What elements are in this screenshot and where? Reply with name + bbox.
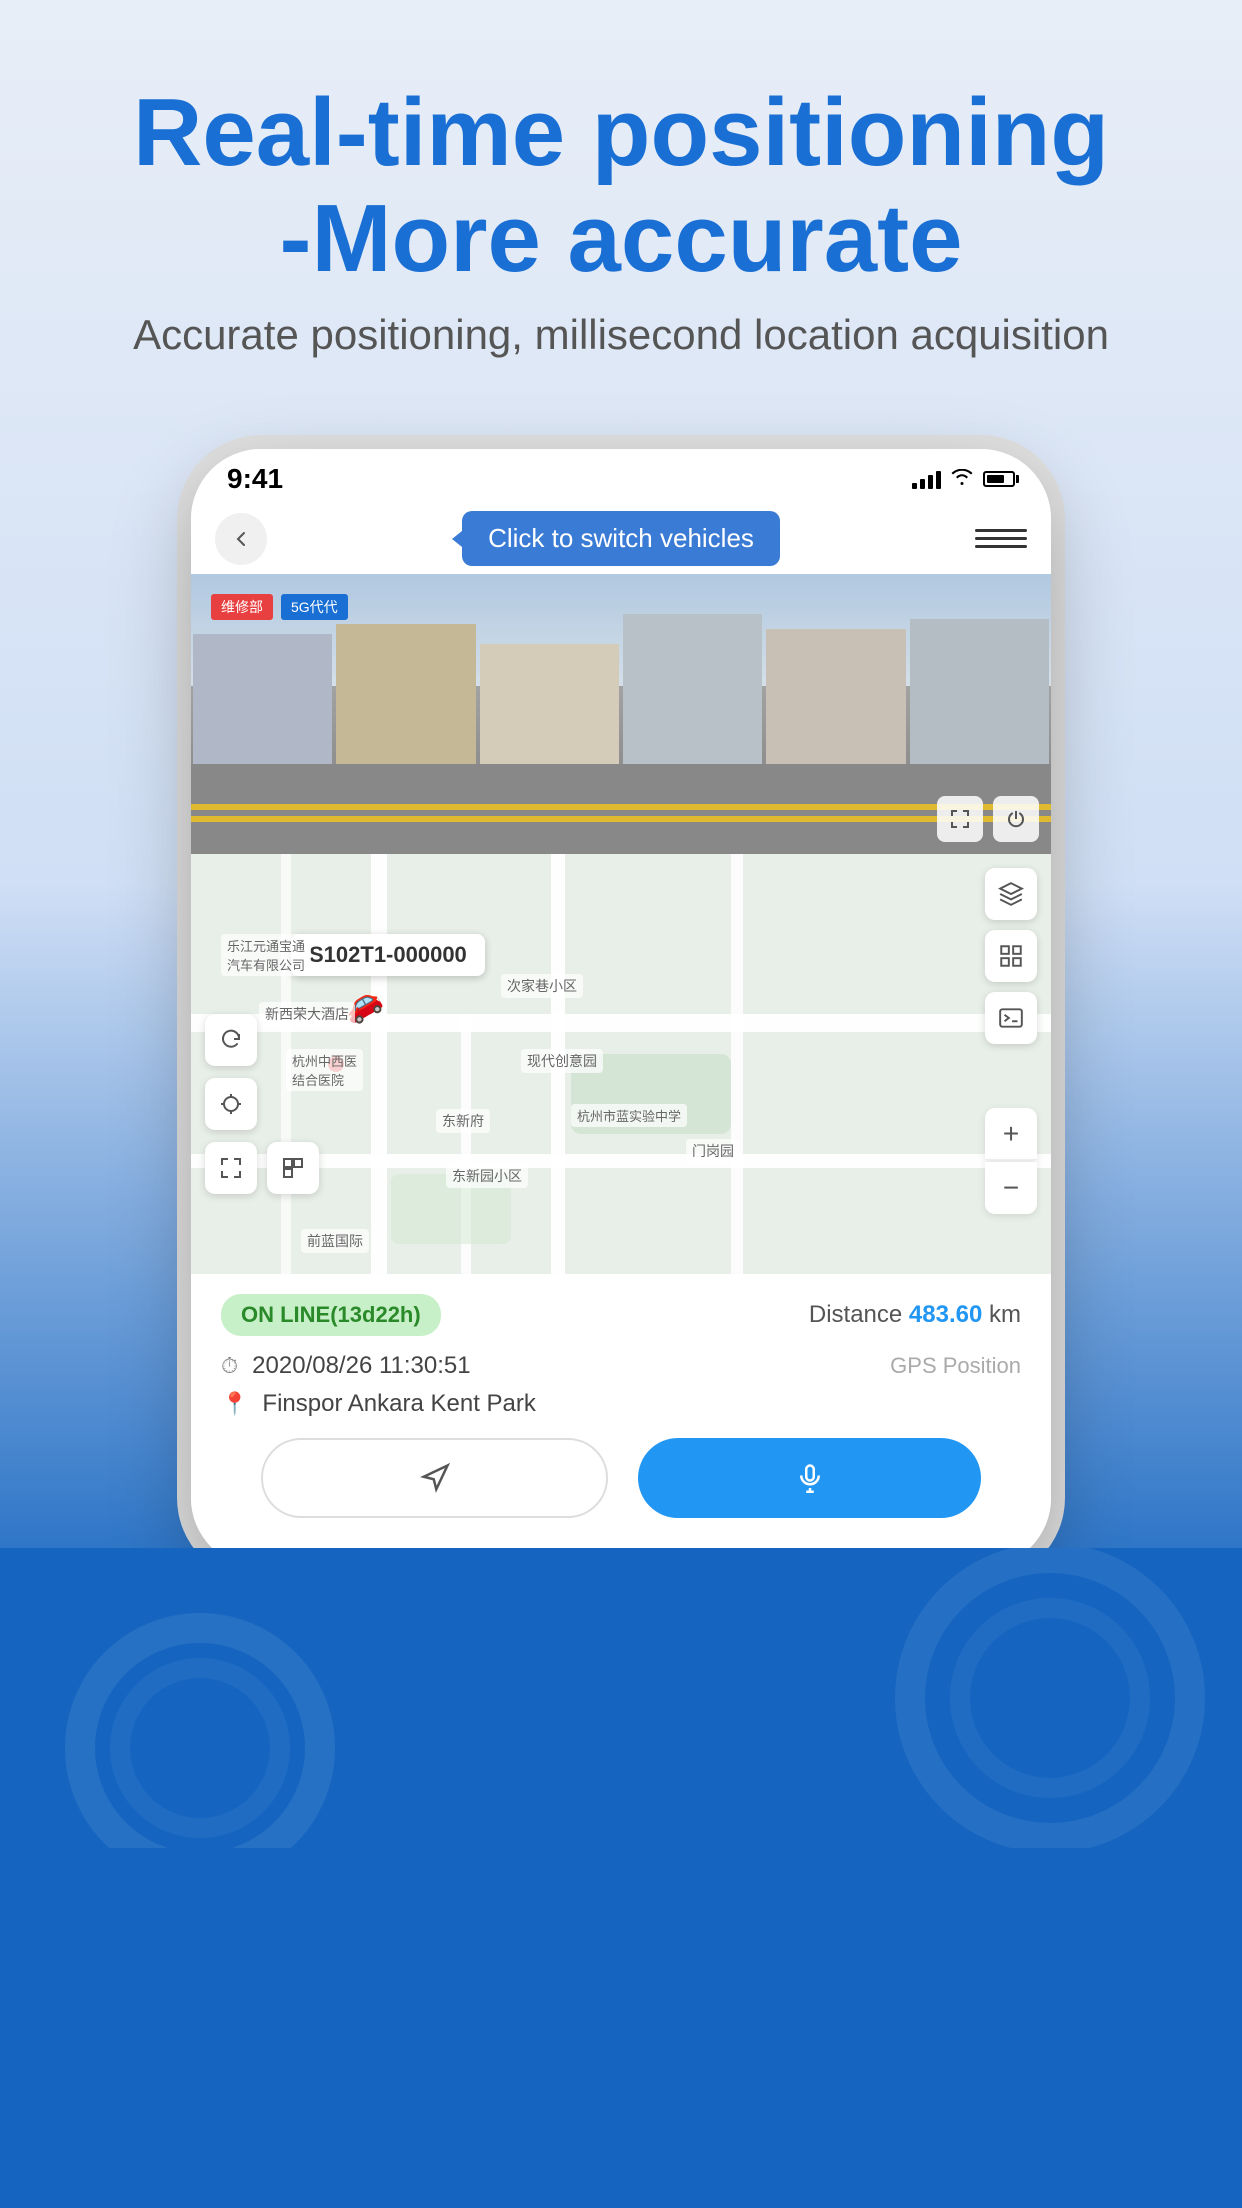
expand1-button[interactable] [205, 1142, 257, 1194]
layers-button[interactable] [985, 868, 1037, 920]
zoom-in-button[interactable]: + [985, 1108, 1037, 1160]
phone-frame: 9:41 [191, 449, 1051, 1568]
map-label-2: 现代创意园 [521, 1049, 603, 1073]
nav-bar: Click to switch vehicles [191, 503, 1051, 574]
map-label-9: 乐江元通宝通汽车有限公司 [221, 934, 311, 976]
blue-bottom-decoration [0, 1548, 1242, 1848]
back-button[interactable] [215, 513, 267, 565]
gps-position-label: GPS Position [890, 1353, 1021, 1379]
refresh-button[interactable] [205, 1014, 257, 1066]
vehicle-label: S102T1-000000 [291, 934, 485, 976]
map-label-5: 门岗园 [686, 1139, 740, 1163]
clock-icon: ⏱ [221, 1353, 238, 1379]
street-signs: 维修部 5G代代 [211, 594, 348, 620]
zoom-out-button[interactable]: − [985, 1162, 1037, 1214]
map-zoom-controls: + − [985, 1108, 1037, 1214]
route-button[interactable] [985, 930, 1037, 982]
signal-icon [912, 469, 941, 489]
address-value: Finspor Ankara Kent Park [262, 1390, 535, 1418]
sv-controls [937, 796, 1039, 842]
building-row [191, 614, 1051, 764]
status-row: ON LINE(13d22h) Distance 483.60 km [221, 1294, 1021, 1336]
switch-vehicles-tooltip[interactable]: Click to switch vehicles [462, 511, 780, 566]
datetime-value: 2020/08/26 11:30:51 [252, 1352, 470, 1380]
microphone-button[interactable] [638, 1438, 981, 1518]
main-title: Real-time positioning -More accurate [133, 80, 1109, 291]
title-line1: Real-time positioning [133, 79, 1109, 186]
map-area[interactable]: S102T1-000000 🚗 次家巷小区 现代创意园 东新府 杭州市蓝实验中学… [191, 854, 1051, 1274]
datetime-row: ⏱ 2020/08/26 11:30:51 GPS Position [221, 1352, 1021, 1380]
distance-label: Distance [809, 1301, 902, 1328]
crosshair-button[interactable] [205, 1078, 257, 1130]
fullscreen-button[interactable] [937, 796, 983, 842]
map-label-3: 东新府 [436, 1109, 490, 1133]
wifi-icon [951, 468, 973, 491]
street-view: 维修部 5G代代 [191, 574, 1051, 854]
map-left-controls [205, 1014, 319, 1194]
battery-icon [983, 471, 1015, 487]
online-badge: ON LINE(13d22h) [221, 1294, 441, 1336]
address-row: 📍 Finspor Ankara Kent Park [221, 1390, 1021, 1418]
subtitle: Accurate positioning, millisecond locati… [133, 311, 1109, 359]
road [191, 764, 1051, 854]
map-right-controls [985, 868, 1037, 1044]
map-label-4: 杭州市蓝实验中学 [571, 1104, 687, 1127]
menu-button[interactable] [975, 513, 1027, 565]
map-label-1: 次家巷小区 [501, 974, 583, 998]
status-icons [912, 468, 1015, 491]
navigate-button[interactable] [261, 1438, 608, 1518]
bottom-info: ON LINE(13d22h) Distance 483.60 km ⏱ 202… [191, 1274, 1051, 1528]
power-button[interactable] [993, 796, 1039, 842]
location-icon: 📍 [221, 1391, 248, 1417]
expand-controls [205, 1142, 319, 1194]
terminal-button[interactable] [985, 992, 1037, 1044]
status-bar: 9:41 [191, 449, 1051, 503]
status-time: 9:41 [227, 463, 283, 495]
distance-unit: km [989, 1301, 1021, 1328]
distance-info: Distance 483.60 km [809, 1301, 1021, 1329]
map-label-10: 前蓝国际 [301, 1229, 369, 1253]
distance-value: 483.60 [909, 1301, 982, 1328]
expand2-button[interactable] [267, 1142, 319, 1194]
header-section: Real-time positioning -More accurate Acc… [73, 0, 1169, 389]
title-line2: -More accurate [280, 185, 963, 292]
map-label-6: 东新园小区 [446, 1164, 528, 1188]
action-buttons [221, 1438, 1021, 1518]
